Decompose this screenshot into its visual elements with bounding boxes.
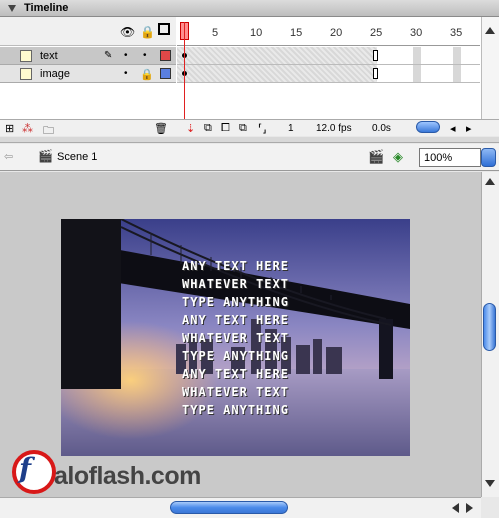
add-layer-icon[interactable]: ⊞ bbox=[5, 122, 14, 135]
edit-scene-icon[interactable]: 🎬 bbox=[368, 149, 384, 165]
lock-dot[interactable]: • bbox=[143, 50, 147, 61]
frame-column-marker bbox=[453, 47, 461, 64]
scroll-left-arrow-icon[interactable]: ◂ bbox=[450, 122, 456, 135]
ruler-number: 5 bbox=[212, 27, 219, 39]
lock-icon[interactable]: 🔒 bbox=[140, 25, 155, 39]
frame-row-image[interactable] bbox=[177, 65, 480, 83]
vertical-scroll-thumb[interactable] bbox=[483, 303, 496, 351]
playhead-line bbox=[184, 22, 185, 120]
layer-column-header: 👁 🔒 bbox=[0, 17, 176, 46]
zoom-field[interactable]: 100% bbox=[419, 148, 481, 167]
frame-span bbox=[177, 65, 377, 82]
stage-text-line[interactable]: ANY TEXT HERE bbox=[61, 259, 410, 273]
scroll-right-arrow-icon[interactable] bbox=[466, 503, 473, 513]
ruler-number: 20 bbox=[330, 27, 343, 39]
scroll-right-arrow-icon[interactable]: ▸ bbox=[466, 122, 472, 135]
add-guide-layer-icon[interactable]: ⁂ bbox=[22, 122, 33, 135]
timeline-hscroll-thumb[interactable] bbox=[416, 121, 440, 133]
scroll-down-arrow-icon[interactable] bbox=[485, 480, 495, 487]
end-frame[interactable] bbox=[373, 68, 378, 79]
zoom-dropdown-button[interactable] bbox=[481, 148, 496, 167]
stage-text-line[interactable]: WHATEVER TEXT bbox=[61, 277, 410, 291]
scroll-up-arrow-icon[interactable] bbox=[485, 178, 495, 185]
watermark-logo-letter: f bbox=[19, 452, 32, 485]
timeline-scrollbar[interactable] bbox=[481, 17, 499, 120]
outline-color-swatch[interactable] bbox=[160, 50, 171, 61]
stage-text-line[interactable]: TYPE ANYTHING bbox=[61, 403, 410, 417]
frame-ruler[interactable]: 1 5 10 15 20 25 30 35 bbox=[177, 17, 480, 46]
zoom-value: 100% bbox=[424, 152, 453, 164]
layer-row-image[interactable]: image • 🔒 bbox=[0, 65, 176, 83]
outline-color-swatch[interactable] bbox=[160, 68, 171, 79]
edit-symbols-icon[interactable]: ◈ bbox=[393, 149, 403, 165]
stage-text-line[interactable]: TYPE ANYTHING bbox=[61, 295, 410, 309]
outline-square-icon[interactable] bbox=[158, 23, 170, 35]
layer-row-text[interactable]: text ✎ • • bbox=[0, 47, 176, 65]
elapsed-time: 0.0s bbox=[372, 123, 391, 134]
center-frame-icon[interactable]: ⇣ bbox=[186, 122, 195, 135]
panel-divider[interactable] bbox=[0, 137, 499, 143]
frame-column-marker bbox=[453, 65, 461, 82]
layer-label: image bbox=[40, 68, 70, 80]
stage-text-line[interactable]: ANY TEXT HERE bbox=[61, 313, 410, 327]
edit-multiple-frames-icon[interactable]: ⧉ bbox=[239, 122, 247, 135]
ruler-number: 10 bbox=[250, 27, 263, 39]
current-frame: 1 bbox=[288, 123, 294, 134]
timeline-header[interactable]: Timeline bbox=[0, 0, 499, 17]
scroll-up-arrow-icon[interactable] bbox=[485, 27, 495, 34]
frame-row-text[interactable] bbox=[177, 47, 480, 65]
scene-label[interactable]: Scene 1 bbox=[57, 151, 97, 163]
visibility-dot[interactable]: • bbox=[124, 68, 128, 79]
onion-outline-icon[interactable]: ⧠ bbox=[221, 122, 230, 135]
lock-icon[interactable]: 🔒 bbox=[140, 68, 154, 81]
frame-rate: 12.0 fps bbox=[316, 123, 352, 134]
ruler-number: 25 bbox=[370, 27, 383, 39]
scene-icon: 🎬 bbox=[38, 149, 53, 163]
eye-icon[interactable]: 👁 bbox=[120, 25, 135, 39]
pencil-icon: ✎ bbox=[104, 50, 113, 61]
stage-text-line[interactable]: ANY TEXT HERE bbox=[61, 367, 410, 381]
frame-column-marker bbox=[413, 65, 421, 82]
layer-page-icon bbox=[20, 68, 32, 80]
layer-label: text bbox=[40, 50, 58, 62]
collapse-triangle-icon[interactable] bbox=[8, 5, 16, 12]
ruler-number: 35 bbox=[450, 27, 463, 39]
scroll-left-arrow-icon[interactable] bbox=[452, 503, 459, 513]
frames-grid[interactable] bbox=[177, 47, 480, 84]
trash-icon[interactable]: 🗑 bbox=[154, 122, 168, 135]
visibility-dot[interactable]: • bbox=[124, 50, 128, 61]
watermark-text: aloflash.com bbox=[54, 462, 201, 490]
stage-text-line[interactable]: WHATEVER TEXT bbox=[61, 385, 410, 399]
frame-column-marker bbox=[413, 47, 421, 64]
stage-text-line[interactable]: TYPE ANYTHING bbox=[61, 349, 410, 363]
frame-span bbox=[177, 47, 377, 64]
layer-page-icon bbox=[20, 50, 32, 62]
stage-canvas[interactable]: ANY TEXT HERE WHATEVER TEXT TYPE ANYTHIN… bbox=[61, 219, 410, 456]
horizontal-scroll-thumb[interactable] bbox=[170, 501, 288, 514]
end-frame[interactable] bbox=[373, 50, 378, 61]
timeline-title: Timeline bbox=[24, 2, 69, 14]
stage-text-line[interactable]: WHATEVER TEXT bbox=[61, 331, 410, 345]
modify-markers-icon[interactable]: ⸢⸥ bbox=[258, 122, 267, 135]
ruler-number: 30 bbox=[410, 27, 423, 39]
ruler-number: 15 bbox=[290, 27, 303, 39]
back-arrow-icon[interactable]: ⇦ bbox=[4, 150, 13, 163]
onion-skin-icon[interactable]: ⧉ bbox=[204, 122, 212, 135]
